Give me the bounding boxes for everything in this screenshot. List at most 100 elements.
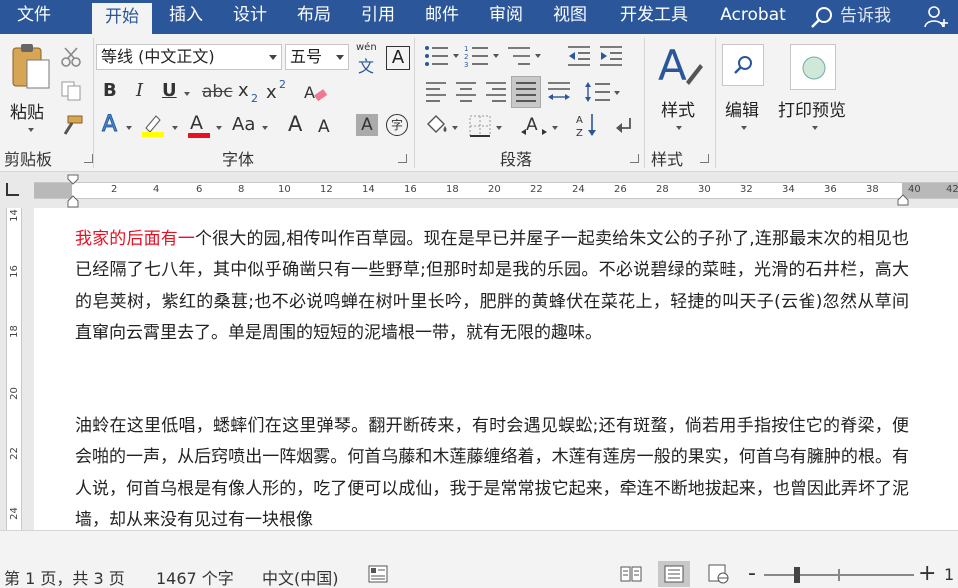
tab-acrobat[interactable]: Acrobat (710, 0, 796, 34)
vertical-ruler[interactable]: 14 16 18 20 22 24 (0, 208, 34, 530)
tab-view[interactable]: 视图 (542, 0, 598, 34)
tab-references[interactable]: 引用 (350, 0, 406, 34)
zoom-out-button[interactable]: - (748, 561, 756, 586)
enclose-char-button[interactable]: 字 (386, 114, 408, 136)
asian-layout-icon[interactable]: A (520, 112, 548, 138)
horizontal-scroll-area[interactable] (0, 531, 958, 557)
paragraph-2[interactable]: 油蛉在这里低唱，蟋蟀们在这里弹琴。翻开断砖来，有时会遇见蜈蚣;还有斑蝥，倘若用手… (75, 411, 909, 536)
subscript-button[interactable]: x 2 (238, 80, 262, 106)
web-layout-icon[interactable] (708, 564, 730, 584)
phonetic-guide-button[interactable]: wén 文 (354, 42, 380, 72)
tab-design[interactable]: 设计 (222, 0, 278, 34)
justify-button[interactable] (511, 76, 541, 108)
numbering-icon[interactable]: 1 2 3 (464, 44, 490, 68)
paste-dropdown-arrow[interactable] (28, 128, 34, 132)
clear-formatting-icon[interactable]: A (304, 82, 328, 106)
first-line-indent-marker[interactable] (67, 174, 79, 208)
text-effects-button[interactable]: A (102, 112, 117, 137)
zoom-slider-thumb[interactable] (794, 567, 800, 583)
align-center-icon[interactable] (454, 80, 478, 104)
styles-button[interactable]: A 样式 (650, 40, 708, 140)
styles-dropdown-arrow[interactable] (676, 126, 682, 130)
document-page[interactable]: 我家的后面有一个很大的园,相传叫作百草园。现在是早已并屋子一起卖给朱文公的子孙了… (34, 208, 958, 530)
tab-selector[interactable] (6, 183, 19, 196)
asian-layout-dropdown[interactable] (552, 126, 558, 130)
superscript-button[interactable]: x 2 (266, 80, 290, 106)
zoom-level[interactable]: 1 (944, 565, 954, 584)
tab-review[interactable]: 审阅 (478, 0, 534, 34)
svg-text:3: 3 (464, 61, 468, 68)
font-color-glyph: A (190, 112, 203, 134)
share-user-icon[interactable] (924, 5, 950, 29)
tab-layout[interactable]: 布局 (286, 0, 342, 34)
strikethrough-button[interactable]: abc (202, 82, 233, 102)
paste-button[interactable]: 粘贴 (6, 40, 56, 136)
word-count[interactable]: 1467 个字 (156, 565, 234, 588)
sort-icon[interactable]: A Z (576, 112, 600, 138)
font-name-combo[interactable]: 等线 (中文正文) (96, 44, 282, 70)
text-effects-dropdown[interactable] (126, 126, 132, 130)
change-case-dropdown[interactable] (262, 126, 268, 130)
show-marks-icon[interactable] (612, 114, 634, 138)
document-area[interactable]: 我家的后面有一个很大的园,相传叫作百草园。现在是早已并屋子一起卖给朱文公的子孙了… (34, 208, 958, 530)
paragraph-launcher[interactable] (630, 154, 639, 163)
line-spacing-icon[interactable] (584, 80, 612, 104)
decrease-indent-icon[interactable] (566, 44, 592, 68)
horizontal-ruler[interactable]: 2 4 6 8 10 12 14 16 18 20 22 24 26 28 30… (34, 182, 958, 199)
tab-mailings[interactable]: 邮件 (414, 0, 470, 34)
underline-button[interactable]: U (162, 80, 177, 101)
line-spacing-dropdown[interactable] (614, 91, 620, 95)
print-preview-dropdown-arrow[interactable] (812, 126, 818, 130)
editing-dropdown-arrow[interactable] (741, 126, 747, 130)
borders-dropdown[interactable] (496, 126, 502, 130)
font-launcher[interactable] (398, 154, 407, 163)
macro-record-icon[interactable] (368, 565, 388, 583)
multilevel-list-icon[interactable] (506, 44, 532, 68)
page-count[interactable]: 第 1 页，共 3 页 (4, 565, 125, 588)
borders-icon[interactable] (468, 114, 492, 138)
styles-launcher[interactable] (700, 154, 709, 163)
char-shading-button[interactable]: A (356, 114, 378, 136)
language[interactable]: 中文(中国) (262, 565, 339, 588)
tab-home[interactable]: 开始 (92, 3, 152, 34)
right-indent-marker[interactable] (897, 194, 909, 206)
distributed-icon[interactable] (546, 80, 572, 104)
char-border-button[interactable]: A (386, 46, 410, 70)
numbering-dropdown[interactable] (493, 54, 499, 58)
tab-file[interactable]: 文件 (8, 0, 60, 34)
change-case-button[interactable]: Aa (232, 114, 255, 135)
font-size-combo[interactable]: 五号 (285, 44, 349, 70)
align-right-icon[interactable] (484, 80, 508, 104)
format-painter-icon[interactable] (60, 114, 84, 136)
print-preview-button[interactable]: 打印预览 (776, 40, 852, 140)
cut-icon[interactable] (60, 46, 82, 68)
zoom-slider[interactable] (764, 574, 914, 576)
paragraph-1[interactable]: 我家的后面有一个很大的园,相传叫作百草园。现在是早已并屋子一起卖给朱文公的子孙了… (75, 224, 909, 349)
bullets-dropdown[interactable] (453, 54, 459, 58)
lightbulb-search-icon (810, 6, 834, 30)
increase-indent-icon[interactable] (598, 44, 624, 68)
clipboard-launcher[interactable] (84, 154, 93, 163)
copy-icon[interactable] (60, 80, 82, 102)
shrink-font-button[interactable]: A (318, 117, 330, 137)
tab-insert[interactable]: 插入 (158, 0, 214, 34)
multilevel-dropdown[interactable] (535, 54, 541, 58)
editing-button[interactable]: 编辑 (720, 40, 768, 140)
read-mode-icon[interactable] (620, 565, 642, 583)
align-left-icon[interactable] (424, 80, 448, 104)
ruler-tick: 8 (238, 184, 244, 195)
bold-button[interactable]: B (103, 80, 117, 101)
font-color-dropdown[interactable] (216, 126, 222, 130)
highlight-dropdown[interactable] (172, 126, 178, 130)
font-color-button[interactable]: A (186, 112, 212, 140)
shading-bucket-icon[interactable] (424, 112, 450, 138)
tab-developer[interactable]: 开发工具 (608, 0, 700, 34)
highlighter-icon[interactable] (140, 112, 166, 138)
zoom-in-button[interactable]: + (918, 561, 936, 586)
italic-button[interactable]: I (136, 80, 143, 101)
grow-font-button[interactable]: A (288, 112, 302, 136)
underline-dropdown[interactable] (184, 92, 190, 96)
print-layout-button[interactable] (658, 561, 690, 587)
shading-dropdown[interactable] (452, 126, 458, 130)
bullets-icon[interactable] (424, 44, 450, 68)
